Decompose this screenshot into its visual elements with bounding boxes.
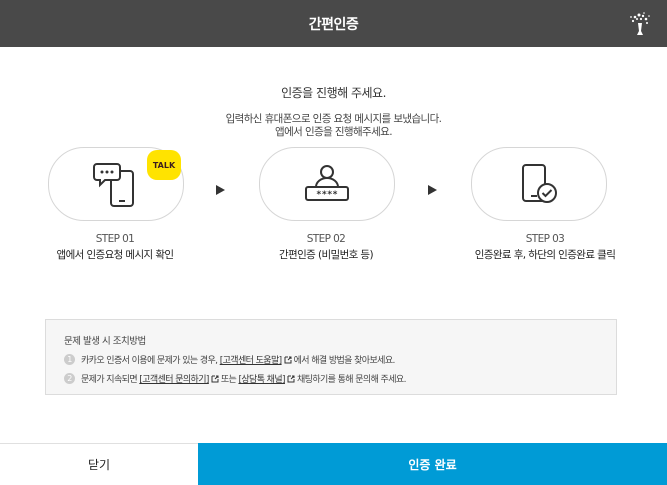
step-2-label: STEP 02 간편인증 (비밀번호 등) xyxy=(226,231,426,263)
step-3-label: STEP 03 인증완료 후, 하단의 인증완료 클릭 xyxy=(445,231,645,263)
notice-title: 문제 발생 시 조치방법 xyxy=(64,336,146,347)
step-arrow-2 xyxy=(428,185,437,195)
step-3-number: STEP 03 xyxy=(525,233,565,245)
notice-item-2-mid: 또는 xyxy=(220,375,237,385)
intro-desc-line1: 입력하신 휴대폰으로 인증 요청 메시지를 보냈습니다. xyxy=(225,113,442,125)
external-link-icon[interactable] xyxy=(284,356,292,364)
modal-footer: 닫기 인증 완료 xyxy=(0,443,667,485)
intro-desc-line2: 앱에서 인증을 진행해주세요. xyxy=(275,126,393,138)
notice-item-2: 2 문제가 지속되면 [고객센터 문의하기] 또는 [상담톡 채널] 채팅하기를… xyxy=(64,372,406,385)
modal-title: 간편인증 xyxy=(308,16,359,33)
phone-message-icon xyxy=(93,163,134,207)
step-1-label: STEP 01 앱에서 인증요청 메시지 확인 xyxy=(15,231,215,263)
notice-number-badge: 2 xyxy=(64,373,75,384)
step-3-description: 인증완료 후, 하단의 인증완료 클릭 xyxy=(474,249,616,261)
notice-item-2-pre: 문제가 지속되면 xyxy=(81,375,138,385)
external-link-icon[interactable] xyxy=(211,375,219,383)
step-2-number: STEP 02 xyxy=(306,233,346,245)
auth-complete-button[interactable]: 인증 완료 xyxy=(198,443,667,485)
notice-item-1: 1 카카오 인증서 이용에 문제가 있는 경우, [고객센터 도움말] 에서 해… xyxy=(64,353,395,366)
step-1-number: STEP 01 xyxy=(95,233,135,245)
svg-text:****: **** xyxy=(316,190,338,200)
trouble-notice-box: 문제 발생 시 조치방법 1 카카오 인증서 이용에 문제가 있는 경우, [고… xyxy=(45,319,617,395)
intro-section: 인증을 진행해 주세요. 입력하신 휴대폰으로 인증 요청 메시지를 보냈습니다… xyxy=(0,84,667,139)
step-2-card: **** xyxy=(259,147,395,221)
notice-item-1-post: 에서 해결 방법을 찾아보세요. xyxy=(293,356,396,366)
contact-support-link[interactable]: [고객센터 문의하기] xyxy=(139,372,209,385)
modal-header: 간편인증 xyxy=(0,0,667,47)
chat-channel-link[interactable]: [상담톡 채널] xyxy=(238,372,285,385)
phone-check-icon xyxy=(522,164,557,203)
kakaotalk-badge: TALK xyxy=(147,150,181,180)
tree-logo-icon xyxy=(630,12,650,35)
notice-item-1-pre: 카카오 인증서 이용에 문제가 있는 경우, xyxy=(81,356,218,366)
intro-description: 입력하신 휴대폰으로 인증 요청 메시지를 보냈습니다. 앱에서 인증을 진행해… xyxy=(0,113,667,139)
step-1-description: 앱에서 인증요청 메시지 확인 xyxy=(56,249,175,261)
notice-item-2-post: 채팅하기를 통해 문의해 주세요. xyxy=(296,375,406,385)
step-arrow-1 xyxy=(216,185,225,195)
intro-title: 인증을 진행해 주세요. xyxy=(281,86,386,100)
close-button[interactable]: 닫기 xyxy=(0,443,198,485)
user-password-icon: **** xyxy=(305,165,349,201)
help-center-link[interactable]: [고객센터 도움말] xyxy=(220,353,282,366)
talk-badge-label: TALK xyxy=(152,160,176,170)
step-2-description: 간편인증 (비밀번호 등) xyxy=(278,249,374,261)
external-link-icon[interactable] xyxy=(287,375,295,383)
notice-number-badge: 1 xyxy=(64,354,75,365)
step-3-card xyxy=(471,147,607,221)
